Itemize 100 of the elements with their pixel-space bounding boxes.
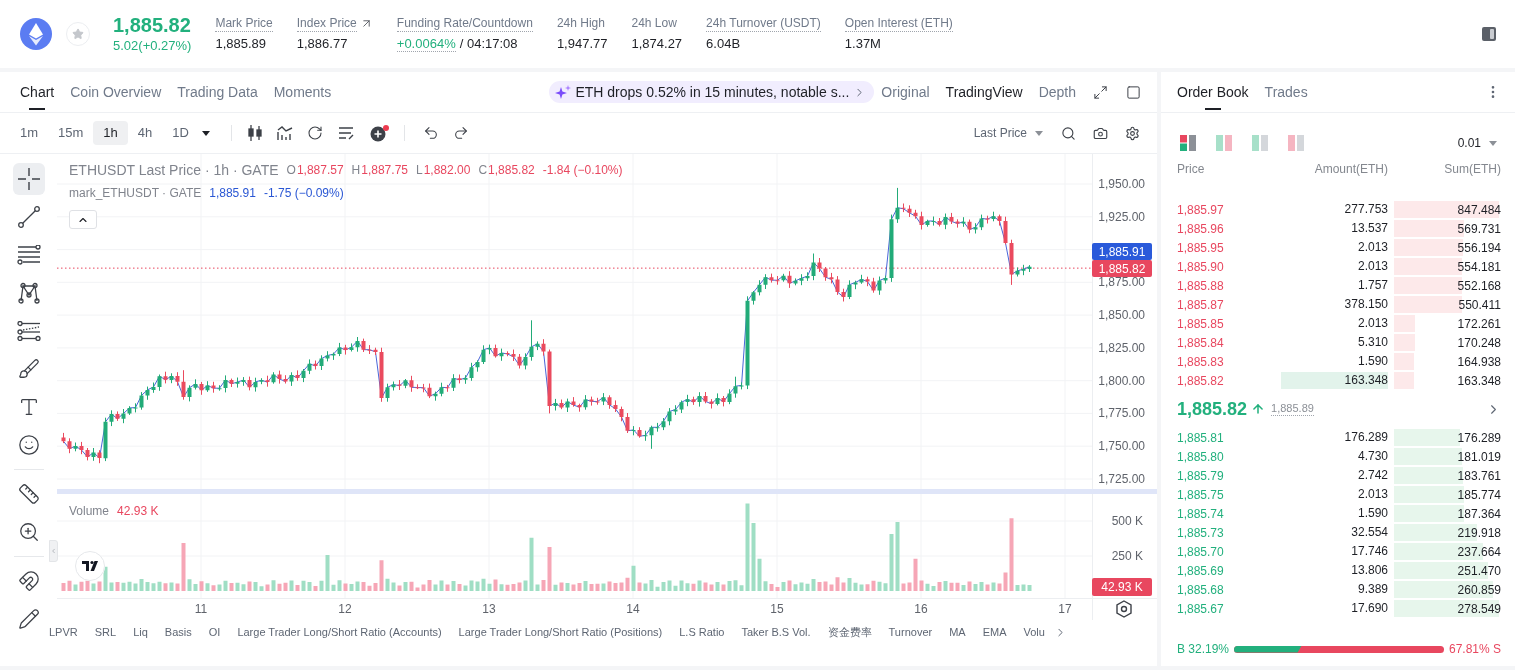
chart-icon[interactable] — [276, 125, 293, 141]
indicator-button[interactable]: Large Trader Long/Short Ratio (Positions) — [458, 623, 663, 641]
ask-sum: 847.484 — [1457, 201, 1501, 219]
price-axis-label: 1,875.00 — [1098, 275, 1145, 290]
indicator-button[interactable]: Taker B.S Vol. — [741, 623, 811, 641]
indicator-button[interactable]: OI — [208, 623, 221, 641]
last-price-badge: 1,885.82 — [1092, 260, 1152, 277]
indicator-button[interactable]: LPVR — [49, 623, 78, 641]
bid-amount: 176.289 — [1343, 429, 1388, 446]
sparkle-icon — [555, 84, 572, 100]
indicator-button[interactable]: Turnover — [888, 623, 933, 641]
ohlc-value: C1,885.82 — [478, 162, 535, 179]
bid-sum: 185.774 — [1457, 486, 1501, 504]
undo-icon[interactable] — [422, 125, 439, 141]
search-icon[interactable] — [1061, 125, 1076, 141]
bid-price: 1,885.70 — [1177, 543, 1225, 561]
expand-icon[interactable] — [1093, 84, 1108, 100]
stat-label: 24h High — [556, 16, 605, 31]
indicator-button[interactable]: 资金费率 — [827, 623, 872, 641]
interval-tab[interactable]: 15m — [48, 121, 94, 145]
ai-alert-banner[interactable]: ETH drops 0.52% in 15 minutes, notable s... — [549, 81, 875, 103]
bid-amount: 1.590 — [1356, 505, 1388, 522]
caret-down-icon[interactable] — [201, 130, 210, 136]
ask-sum: 556.194 — [1457, 239, 1501, 257]
bid-sum: 187.364 — [1457, 505, 1501, 523]
price-change: -1.84 (−0.10%) — [542, 162, 623, 179]
ask-price: 1,885.84 — [1177, 334, 1225, 352]
view-tab[interactable]: Depth — [1038, 81, 1076, 103]
drawing-tool-button[interactable] — [12, 163, 45, 195]
ohlc-value: H1,887.75 — [351, 162, 408, 179]
bid-price: 1,885.73 — [1177, 524, 1225, 542]
stat-label: Open Interest (ETH) — [844, 15, 953, 32]
list-icon[interactable] — [337, 126, 354, 140]
indicator-button[interactable]: SRL — [94, 623, 117, 641]
ask-amount: 1.757 — [1356, 277, 1388, 294]
caret-down-icon — [1035, 130, 1043, 136]
chart-tab[interactable]: Chart — [20, 72, 55, 112]
ohlc-value: O1,887.57 — [286, 162, 344, 179]
price-source-dropdown[interactable]: Last Price — [973, 124, 1043, 142]
chart-tab[interactable]: Coin Overview — [70, 72, 162, 112]
logo-icon[interactable] — [75, 551, 105, 581]
volume-label: Volume — [69, 503, 110, 520]
stat-value: 1,886.77 — [296, 34, 348, 53]
funding-rate: +0.0064% — [396, 35, 456, 52]
ask-amount: 2.013 — [1356, 239, 1388, 256]
time-axis-label: 14 — [626, 602, 640, 616]
interval-tab[interactable]: 1h — [93, 121, 128, 145]
settings-icon[interactable] — [1115, 600, 1133, 618]
crosshair-icon — [17, 168, 40, 190]
mark-symbol-title: mark_ETHUSDT · GATE — [69, 185, 202, 202]
bid-amount: 4.730 — [1356, 448, 1388, 465]
camera-icon[interactable] — [1093, 125, 1108, 141]
collapse-legend-button[interactable] — [69, 210, 97, 229]
stat-label: Funding Rate/Countdown — [396, 15, 533, 32]
indicator-button[interactable]: Large Trader Long/Short Ratio (Accounts) — [237, 623, 442, 641]
interval-tab[interactable]: 4h — [127, 121, 163, 145]
indicator-button[interactable]: Liq — [133, 623, 148, 641]
ask-amount: 2.013 — [1356, 315, 1388, 332]
time-axis-label: 13 — [482, 602, 496, 616]
bid-amount: 2.742 — [1356, 467, 1388, 484]
view-tab[interactable]: TradingView — [945, 81, 1023, 103]
ask-sum: 170.248 — [1457, 334, 1501, 352]
chart-tab[interactable]: Trading Data — [177, 72, 258, 112]
precision-dropdown[interactable]: 0.01 — [1457, 134, 1497, 152]
order-book-tab[interactable]: Trades — [1264, 72, 1308, 112]
star-icon — [72, 28, 84, 40]
bid-sum: 181.019 — [1457, 448, 1501, 466]
interval-tab[interactable]: 1D — [162, 121, 199, 145]
stat-label: 24h Low — [631, 16, 677, 31]
price-axis-label: 1,950.00 — [1098, 177, 1145, 191]
square-icon[interactable] — [1126, 84, 1141, 100]
settings-icon[interactable] — [1125, 125, 1140, 141]
chart-tab[interactable]: Moments — [273, 72, 332, 112]
rotate-icon[interactable] — [306, 125, 323, 141]
indicator-button[interactable]: MA — [949, 623, 966, 641]
price-axis-label: 1,725.00 — [1098, 472, 1145, 486]
sell-ratio-label: 67.81% S — [1448, 641, 1501, 658]
add-indicator-icon[interactable] — [370, 124, 390, 142]
stat-value: / 04:17:08 — [459, 34, 518, 53]
stat-value: 1,885.89 — [215, 34, 267, 53]
indicator-button[interactable]: EMA — [982, 623, 1007, 641]
sidebar-panel-icon[interactable] — [1482, 27, 1496, 41]
ask-price: 1,885.85 — [1177, 315, 1225, 333]
view-tab[interactable]: Original — [881, 81, 930, 103]
redo-icon[interactable] — [452, 125, 469, 141]
price-axis-label: 1,925.00 — [1098, 209, 1145, 224]
indicator-button[interactable]: L.S Ratio — [679, 623, 725, 641]
candlestick-icon[interactable] — [247, 125, 262, 141]
volume-axis-label: 250 K — [1111, 549, 1143, 563]
indicator-button[interactable]: Basis — [164, 623, 192, 641]
bid-price: 1,885.67 — [1177, 600, 1225, 618]
indicator-button[interactable]: Volu — [1023, 623, 1045, 641]
ask-sum: 552.168 — [1457, 277, 1501, 295]
order-book-tab[interactable]: Order Book — [1177, 72, 1249, 112]
bid-sum: 183.761 — [1457, 467, 1501, 485]
magnet-icon — [17, 570, 40, 592]
bid-sum: 219.918 — [1457, 524, 1501, 542]
interval-tab[interactable]: 1m — [10, 121, 49, 145]
caret-down-icon — [1489, 140, 1497, 146]
order-layout-icon[interactable] — [1180, 135, 1196, 151]
